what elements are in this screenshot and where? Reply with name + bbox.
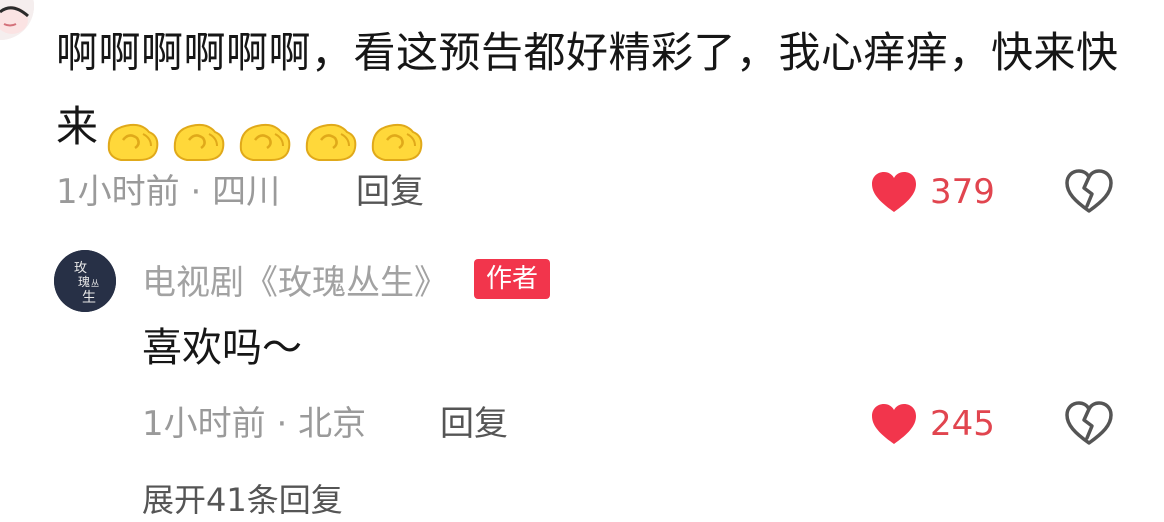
author-badge: 作者 xyxy=(474,259,551,299)
muscle-emoji-icon xyxy=(371,123,422,161)
broken-heart-icon xyxy=(1065,401,1113,445)
user-avatar[interactable] xyxy=(0,0,34,40)
like-button[interactable]: 379 xyxy=(870,166,995,218)
comment-meta: 1小时前 · 四川 xyxy=(56,166,280,218)
heart-icon xyxy=(872,172,916,212)
author-avatar[interactable]: 玫 瑰 丛 生 xyxy=(54,250,116,312)
reply-like-button[interactable]: 245 xyxy=(870,398,995,450)
meta-separator: · xyxy=(276,404,288,444)
meta-separator: · xyxy=(190,172,202,212)
reply-like-count: 245 xyxy=(930,404,995,444)
author-avatar-art: 玫 瑰 丛 生 xyxy=(54,250,116,312)
avatar-char-4: 生 xyxy=(82,290,96,306)
reply-author-name[interactable]: 电视剧《玫瑰丛生》 xyxy=(142,255,448,304)
comment-time: 1小时前 xyxy=(56,172,180,212)
comment-text: 啊啊啊啊啊啊，看这预告都好精彩了，我心痒痒，快来快来 xyxy=(56,16,1136,174)
reply-button[interactable]: 回复 xyxy=(356,166,424,218)
reply-text: 喜欢吗～ xyxy=(142,325,302,371)
broken-heart-icon xyxy=(1065,169,1113,213)
avatar-char-3: 丛 xyxy=(91,278,99,288)
reply-header: 电视剧《玫瑰丛生》 作者 xyxy=(142,254,551,304)
avatar-char-1: 玫 xyxy=(74,261,87,276)
like-count: 379 xyxy=(930,172,995,212)
emoji-row xyxy=(103,100,433,174)
comment-location: 四川 xyxy=(212,172,281,212)
muscle-emoji-icon xyxy=(107,123,158,161)
avatar-illustration xyxy=(0,0,34,40)
muscle-emoji-icon xyxy=(173,123,224,161)
heart-icon xyxy=(872,404,916,444)
reply-reply-button[interactable]: 回复 xyxy=(440,398,508,450)
reply-dislike-button[interactable] xyxy=(1064,400,1114,446)
reply-location: 北京 xyxy=(298,404,367,444)
avatar-char-2: 瑰 xyxy=(78,274,90,289)
dislike-button[interactable] xyxy=(1064,168,1114,214)
muscle-emoji-icon xyxy=(239,123,290,161)
expand-replies-link[interactable]: 展开41条回复 xyxy=(142,478,343,522)
reply-meta: 1小时前 · 北京 xyxy=(142,398,366,450)
reply-time: 1小时前 xyxy=(142,404,266,444)
muscle-emoji-icon xyxy=(305,123,356,161)
